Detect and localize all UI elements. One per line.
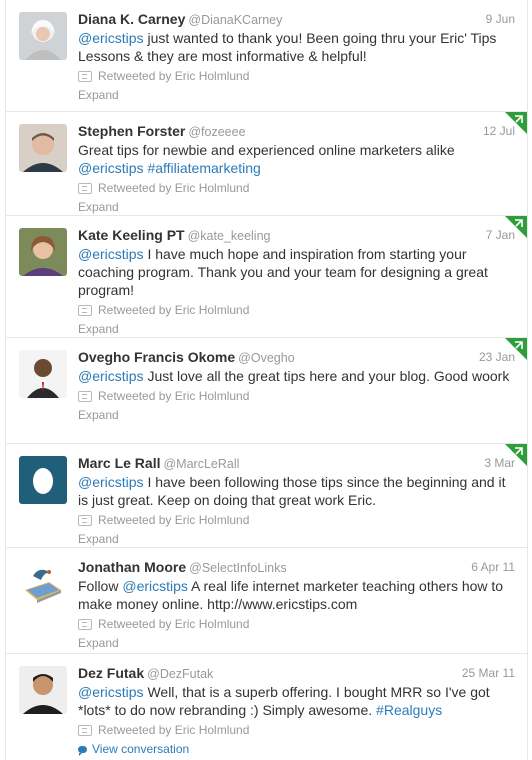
retweeted-by-label: Retweeted by Eric Holmlund	[98, 181, 250, 195]
tweet-item[interactable]: Stephen Forster @fozeeee 12 Jul Great tip…	[6, 112, 527, 216]
tweet-timestamp[interactable]: 9 Jun	[486, 10, 515, 28]
mention-link[interactable]: @ericstips	[122, 578, 188, 594]
author-handle[interactable]: @DianaKCarney	[188, 13, 282, 27]
tweet-timestamp[interactable]: 25 Mar 11	[462, 664, 515, 682]
tweet-text-segment: Just love all the great tips here and yo…	[143, 368, 510, 384]
tweet-item[interactable]: Ovegho Francis Okome @Ovegho 23 Jan @eric…	[6, 338, 527, 444]
avatar[interactable]	[19, 228, 67, 276]
author-handle[interactable]: @fozeeee	[188, 125, 245, 139]
retweeted-by-label: Retweeted by Eric Holmlund	[98, 617, 250, 631]
author-handle[interactable]: @MarcLeRall	[163, 457, 239, 471]
mention-link[interactable]: @ericstips	[78, 368, 144, 384]
retweeted-by-label: Retweeted by Eric Holmlund	[98, 303, 250, 317]
expand-link[interactable]: Expand	[78, 634, 515, 652]
tweet-text: @ericstips just wanted to thank you! Bee…	[78, 29, 515, 65]
retweeted-by: Retweeted by Eric Holmlund	[78, 722, 515, 738]
retweeted-by-label: Retweeted by Eric Holmlund	[98, 69, 250, 83]
author-name[interactable]: Stephen Forster	[78, 123, 185, 139]
author-name[interactable]: Marc Le Rall	[78, 455, 160, 471]
author-handle[interactable]: @SelectInfoLinks	[189, 561, 286, 575]
retweeted-by: Retweeted by Eric Holmlund	[78, 180, 515, 196]
avatar[interactable]	[19, 456, 67, 504]
retweet-icon	[78, 304, 92, 316]
author-name[interactable]: Jonathan Moore	[78, 559, 186, 575]
mention-link[interactable]: @ericstips	[78, 246, 144, 262]
tweet-item[interactable]: Kate Keeling PT @kate_keeling 7 Jan @eric…	[6, 216, 527, 338]
view-conversation-link[interactable]: View conversation	[78, 740, 515, 758]
retweeted-by: Retweeted by Eric Holmlund	[78, 512, 515, 528]
mention-link[interactable]: @ericstips	[78, 474, 144, 490]
avatar[interactable]	[19, 666, 67, 714]
tweet-text: Follow @ericstips A real life internet m…	[78, 577, 515, 613]
author-name[interactable]: Dez Futak	[78, 665, 144, 681]
expand-link[interactable]: Expand	[78, 320, 515, 338]
tweet-item[interactable]: Marc Le Rall @MarcLeRall 3 Mar @ericstips…	[6, 444, 527, 548]
mention-link[interactable]: @ericstips	[78, 684, 144, 700]
tweet-stream: Diana K. Carney @DianaKCarney 9 Jun @eric…	[5, 0, 528, 760]
tweet-text: @ericstips I have been following those t…	[78, 473, 515, 509]
avatar[interactable]	[19, 560, 67, 608]
retweeted-by-label: Retweeted by Eric Holmlund	[98, 513, 250, 527]
expand-link[interactable]: Expand	[78, 86, 515, 104]
tweet-timestamp[interactable]: 7 Jan	[486, 226, 515, 244]
tweet-text: @ericstips I have much hope and inspirat…	[78, 245, 515, 299]
tweet-text-segment: Follow	[78, 578, 123, 594]
author-handle[interactable]: @DezFutak	[147, 667, 213, 681]
author-name[interactable]: Kate Keeling PT	[78, 227, 185, 243]
retweeted-by-label: Retweeted by Eric Holmlund	[98, 389, 250, 403]
conversation-icon	[78, 745, 87, 756]
author-handle[interactable]: @kate_keeling	[188, 229, 271, 243]
tweet-timestamp[interactable]: 6 Apr 11	[471, 558, 515, 576]
hashtag-link[interactable]: #Realguys	[376, 702, 442, 718]
retweet-icon	[78, 618, 92, 630]
tweet-text: @ericstips Just love all the great tips …	[78, 367, 515, 385]
retweet-icon	[78, 514, 92, 526]
retweet-icon	[78, 390, 92, 402]
tweet-timestamp[interactable]: 3 Mar	[484, 454, 515, 472]
retweet-icon	[78, 182, 92, 194]
avatar[interactable]	[19, 12, 67, 60]
tweet-timestamp[interactable]: 23 Jan	[479, 348, 515, 366]
author-name[interactable]: Ovegho Francis Okome	[78, 349, 235, 365]
expand-link[interactable]: Expand	[78, 406, 515, 424]
mention-link[interactable]: @ericstips	[78, 160, 144, 176]
tweet-text: Great tips for newbie and experienced on…	[78, 141, 515, 177]
retweeted-by-label: Retweeted by Eric Holmlund	[98, 723, 250, 737]
tweet-item[interactable]: Jonathan Moore @SelectInfoLinks 6 Apr 11 …	[6, 548, 527, 654]
mention-link[interactable]: @ericstips	[78, 30, 144, 46]
tweet-text: @ericstips Well, that is a superb offeri…	[78, 683, 515, 719]
expand-link[interactable]: Expand	[78, 198, 515, 216]
avatar[interactable]	[19, 124, 67, 172]
retweet-icon	[78, 70, 92, 82]
tweet-item[interactable]: Dez Futak @DezFutak 25 Mar 11 @ericstips …	[6, 654, 527, 760]
view-conversation-label[interactable]: View conversation	[92, 740, 189, 758]
retweeted-by: Retweeted by Eric Holmlund	[78, 302, 515, 318]
tweet-timestamp[interactable]: 12 Jul	[483, 122, 515, 140]
retweeted-by: Retweeted by Eric Holmlund	[78, 68, 515, 84]
hashtag-link[interactable]: #affiliatemarketing	[147, 160, 260, 176]
author-name[interactable]: Diana K. Carney	[78, 11, 185, 27]
avatar[interactable]	[19, 350, 67, 398]
retweeted-by: Retweeted by Eric Holmlund	[78, 616, 515, 632]
tweet-text-segment: Great tips for newbie and experienced on…	[78, 142, 455, 158]
retweeted-by: Retweeted by Eric Holmlund	[78, 388, 515, 404]
tweet-item[interactable]: Diana K. Carney @DianaKCarney 9 Jun @eric…	[6, 0, 527, 112]
retweet-icon	[78, 724, 92, 736]
expand-link[interactable]: Expand	[78, 530, 515, 548]
author-handle[interactable]: @Ovegho	[238, 351, 294, 365]
